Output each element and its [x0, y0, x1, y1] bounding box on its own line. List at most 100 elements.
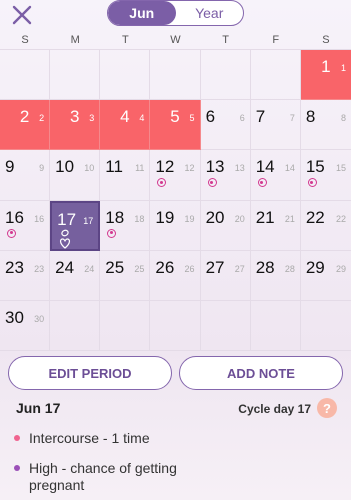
calendar-day-6[interactable]: 66	[200, 100, 251, 151]
cycle-day-number: 6	[239, 113, 245, 124]
calendar-day-26[interactable]: 26 26	[150, 250, 201, 301]
tab-year[interactable]: Year	[176, 1, 244, 25]
calendar-day-27[interactable]: 27 27	[200, 250, 251, 301]
note-text: High - chance of getting pregnant	[29, 460, 177, 493]
day-number: 27	[205, 257, 225, 277]
cycle-day-number: 10	[84, 163, 95, 174]
calendar-day-10[interactable]: 10 10	[50, 150, 101, 201]
fertile-day-icon	[107, 228, 117, 238]
calendar-empty-cell	[200, 300, 251, 351]
cycle-day-number: 22	[335, 213, 346, 224]
weekday-label: T	[222, 34, 229, 46]
note-text: Intercourse - 1 time	[29, 430, 150, 446]
day-number: 22	[305, 207, 325, 227]
day-number: 26	[155, 257, 175, 277]
calendar-day-24[interactable]: 24 24	[50, 250, 101, 301]
cycle-day-number: 4	[139, 113, 145, 124]
weekday-label: W	[170, 34, 181, 46]
calendar-day-7[interactable]: 77	[250, 100, 301, 151]
day-number: 3	[69, 107, 80, 127]
calendar-empty-cell	[150, 50, 201, 101]
cycle-day-label: Cycle day 17	[238, 402, 311, 416]
day-number: 6	[205, 107, 216, 127]
calendar-day-11[interactable]: 11 11	[100, 150, 151, 201]
weekday-label: F	[272, 34, 280, 46]
fertile-day-icon	[7, 228, 16, 238]
day-number: 10	[55, 157, 75, 177]
fertile-day-icon	[257, 178, 267, 188]
calendar-day-17[interactable]: 17 17	[50, 200, 101, 251]
calendar-day-13[interactable]: 13 13	[200, 150, 251, 201]
day-number: 16	[5, 207, 24, 227]
fertile-day-icon	[307, 178, 317, 188]
calendar-day-15[interactable]: 15 15	[300, 150, 351, 201]
cycle-day-number: 24	[84, 263, 95, 274]
calendar-day-16[interactable]: 16 16	[0, 200, 51, 251]
cycle-day-number: 25	[134, 263, 145, 274]
calendar-day-19[interactable]: 19 19	[150, 200, 201, 251]
weekday-label: S	[322, 34, 330, 46]
close-button[interactable]	[10, 3, 34, 27]
cycle-day-number: 1	[340, 63, 346, 73]
cycle-day-number: 26	[184, 263, 195, 274]
calendar-day-30[interactable]: 30 30	[0, 300, 51, 351]
note-item-intercourse: Intercourse - 1 time	[14, 430, 150, 446]
calendar-day-8[interactable]: 88	[300, 100, 351, 151]
calendar-day-14[interactable]: 14 14	[250, 150, 301, 201]
day-number: 28	[255, 257, 275, 277]
calendar-empty-cell	[100, 50, 151, 101]
cycle-day-number: 2	[39, 113, 45, 124]
fertile-day-icon	[207, 178, 217, 188]
calendar-day-28[interactable]: 28 28	[250, 250, 301, 301]
calendar-day-4[interactable]: 44	[100, 100, 151, 151]
day-number: 18	[105, 207, 125, 227]
calendar-empty-cell	[0, 50, 51, 101]
day-number: 14	[255, 157, 275, 177]
calendar-day-2[interactable]: 22	[0, 100, 51, 151]
day-number: 4	[120, 107, 130, 127]
calendar-day-5[interactable]: 55	[150, 100, 201, 151]
calendar-day-25[interactable]: 25 25	[100, 250, 151, 301]
calendar-day-21[interactable]: 21 21	[250, 200, 301, 251]
calendar-day-20[interactable]: 20 20	[200, 200, 251, 251]
calendar-day-12[interactable]: 12 12	[150, 150, 201, 201]
x-icon	[12, 5, 32, 25]
help-icon[interactable]: ?	[317, 398, 337, 418]
calendar-empty-cell	[250, 300, 301, 351]
cycle-day-number: 12	[184, 163, 195, 174]
cycle-day-number: 16	[34, 213, 45, 224]
weekday-label: T	[121, 34, 129, 46]
tab-month[interactable]: Jun	[108, 1, 176, 25]
bullet-dot-icon	[14, 465, 20, 471]
calendar-empty-cell	[200, 50, 251, 101]
cycle-day-number: 7	[289, 113, 295, 124]
calendar-day-3[interactable]: 33	[50, 100, 101, 151]
day-number: 8	[305, 107, 316, 127]
calendar-empty-cell	[150, 300, 201, 351]
calendar-day-1[interactable]: 11	[300, 50, 351, 101]
cycle-day-number: 17	[83, 215, 94, 226]
add-note-button[interactable]: ADD NOTE	[179, 356, 343, 390]
day-number: 15	[305, 157, 325, 177]
calendar-day-18[interactable]: 18 18	[100, 200, 151, 251]
day-number: 13	[205, 157, 225, 177]
calendar-day-23[interactable]: 23 23	[0, 250, 51, 301]
edit-period-button[interactable]: EDIT PERIOD	[8, 356, 172, 390]
day-number: 1	[321, 57, 331, 76]
day-number: 20	[205, 207, 225, 227]
calendar-day-22[interactable]: 22 22	[300, 201, 351, 251]
cycle-day-number: 30	[34, 313, 45, 324]
weekday-header: S M T W T F S	[0, 34, 351, 48]
cycle-day-number: 11	[135, 163, 145, 174]
calendar-day-29[interactable]: 29 29	[300, 251, 351, 301]
fertile-day-icon	[157, 178, 167, 188]
cycle-day-number: 18	[134, 213, 145, 224]
cycle-day-number: 28	[284, 263, 295, 274]
day-number: 23	[5, 257, 24, 277]
day-number: 11	[105, 157, 123, 177]
cycle-day-number: 8	[340, 113, 346, 124]
cycle-day-number: 21	[284, 213, 295, 224]
note-item-fertility: High - chance of getting pregnant	[14, 460, 214, 494]
calendar-day-9[interactable]: 99	[0, 150, 51, 201]
calendar-empty-cell	[50, 50, 101, 101]
